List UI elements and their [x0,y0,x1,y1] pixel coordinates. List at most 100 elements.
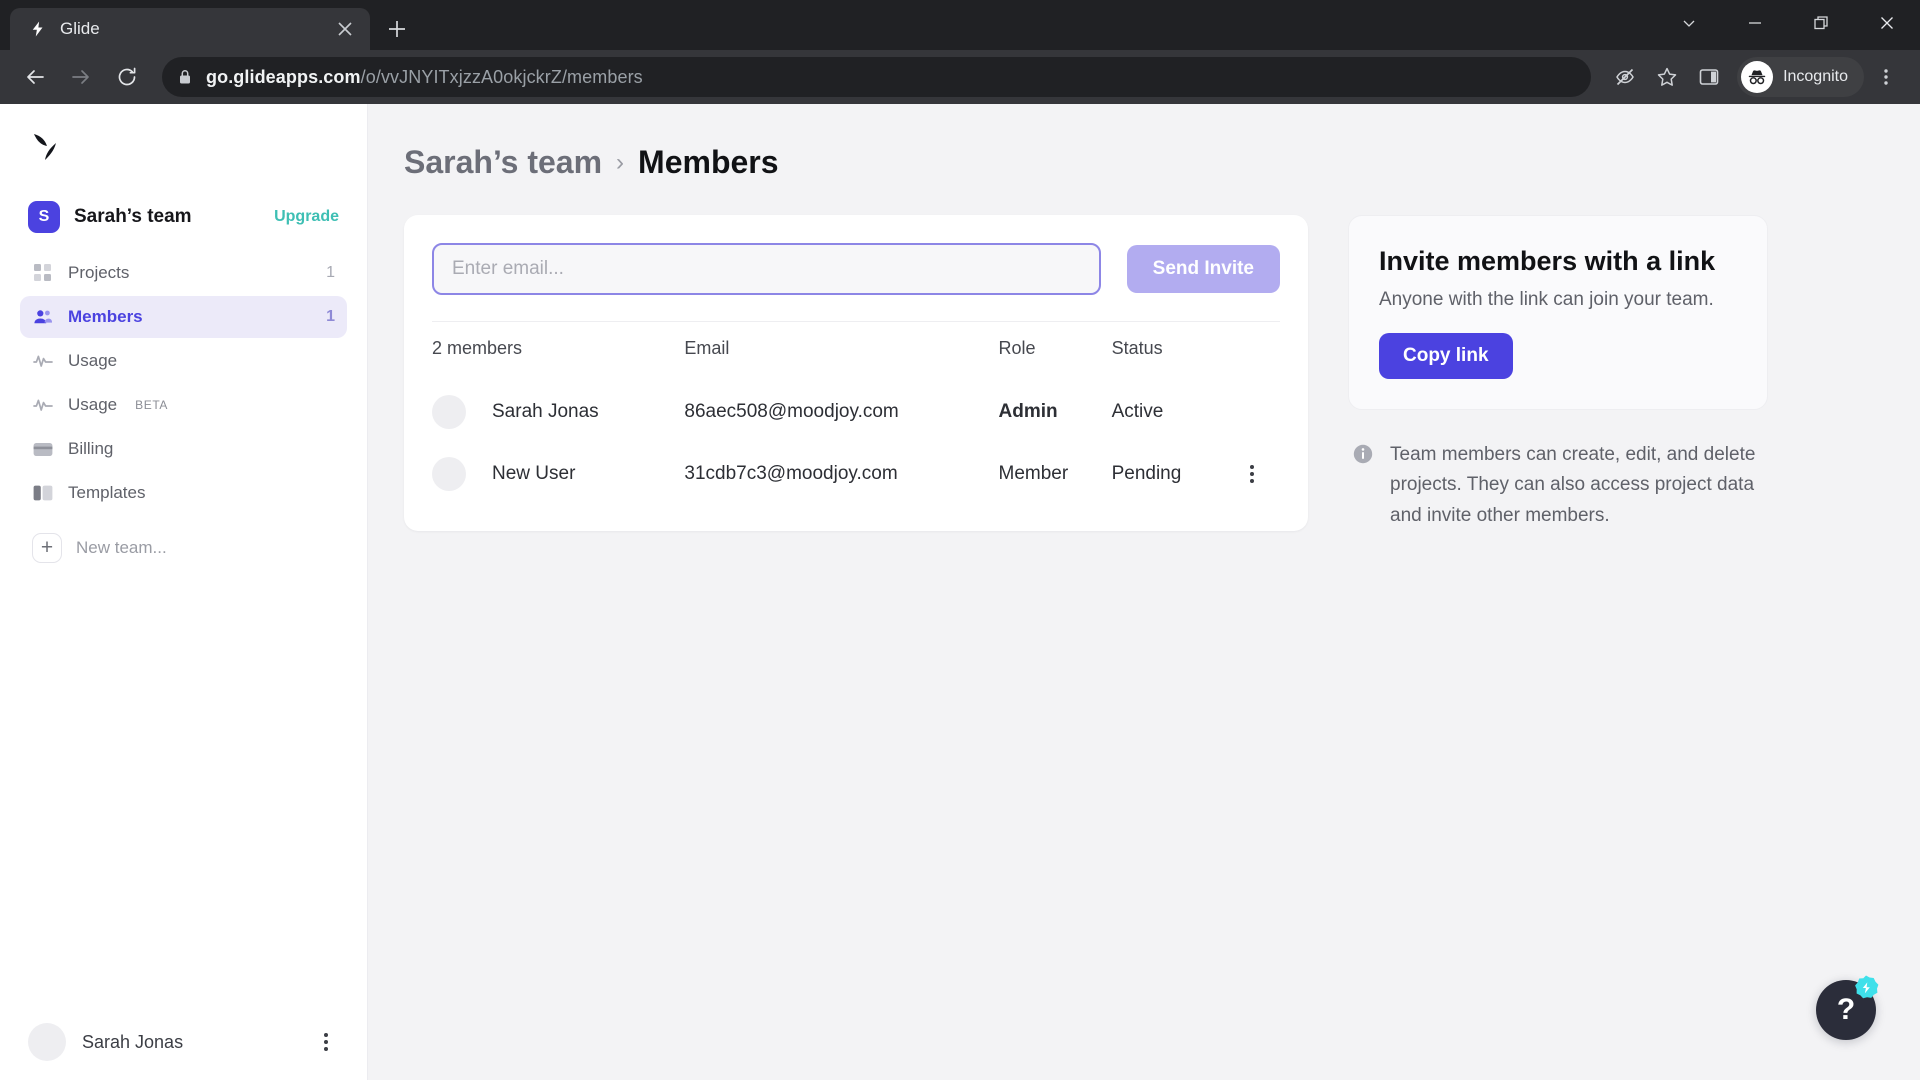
glide-spark-badge-icon [1852,974,1880,1002]
url-host: go.glideapps.com [206,66,361,87]
sidebar-nav: Projects 1 Members 1 Usage Usage BETA Bi… [20,252,347,514]
restore-icon[interactable] [1788,0,1854,46]
glide-bolt-icon [28,19,48,39]
team-avatar: S [28,201,60,233]
sidebar-item-members[interactable]: Members 1 [20,296,347,338]
side-panel-icon[interactable] [1689,57,1729,97]
sidebar: S Sarah’s team Upgrade Projects 1 Member [0,104,389,1080]
column-header-status: Status [1111,321,1225,381]
members-card: Enter email... Send Invite 2 members Ema… [404,215,1308,531]
sidebar-item-billing[interactable]: Billing [20,428,347,470]
copy-link-button[interactable]: Copy link [1379,333,1513,379]
member-actions [1225,381,1280,443]
member-name-cell: New User [432,443,684,505]
column-header-members: 2 members [432,321,685,381]
column-header-email: Email [684,321,999,381]
sidebar-item-label: Projects [68,263,130,282]
credit-card-icon [32,438,54,460]
glide-logo-icon[interactable] [20,104,347,190]
member-name: New User [492,463,576,484]
sidebar-item-count: 1 [326,264,335,281]
toolbar-icons: Incognito [1605,57,1906,97]
sidebar-user-name: Sarah Jonas [82,1031,184,1052]
member-actions [1225,443,1280,505]
new-tab-button[interactable] [376,8,418,50]
avatar [432,395,466,429]
info-icon [1352,443,1374,465]
member-name: Sarah Jonas [492,401,599,422]
new-team-label: New team... [76,538,167,557]
sidebar-item-label: Members [68,307,143,326]
member-role: Admin [998,401,1058,422]
avatar [28,1023,66,1061]
kebab-menu-icon[interactable] [1239,461,1265,487]
members-table: 2 members Email Role Status Sarah Jonas … [432,321,1280,505]
member-email: 31cdb7c3@moodjoy.com [684,463,898,484]
sidebar-user[interactable]: Sarah Jonas [20,1004,347,1080]
minimize-icon[interactable] [1722,0,1788,46]
browser-window: Glide go.glideapps.com/o/vvJNYITxjzzA0ok… [0,0,1920,1080]
kebab-menu-icon[interactable] [1866,57,1906,97]
sidebar-item-label: Usage [68,395,118,414]
invite-card-subtitle: Anyone with the link can join your team. [1379,289,1714,310]
incognito-avatar-icon [1741,61,1774,93]
tab-strip: Glide [0,0,1920,50]
sidebar-item-usage-beta[interactable]: Usage BETA [20,384,347,426]
sidebar-item-projects[interactable]: Projects 1 [20,252,347,294]
kebab-menu-icon[interactable] [313,1029,339,1055]
main-content: Sarah’s team › Members Enter email... Se… [368,104,1920,1080]
url-text: go.glideapps.com/o/vvJNYITxjzzA0okjckrZ/… [206,67,643,88]
column-header-role: Role [998,321,1112,381]
sidebar-item-label: Templates [68,483,146,502]
team-switcher[interactable]: S Sarah’s team Upgrade [20,190,347,244]
breadcrumb: Sarah’s team › Members [404,144,1874,181]
url-path: /o/vvJNYITxjzzA0okjckrZ/members [360,66,643,87]
member-status: Active [1111,401,1164,422]
sidebar-item-beta-badge: BETA [135,398,168,412]
help-button[interactable]: ? [1816,975,1879,1040]
table-row[interactable]: Sarah Jonas 86aec508@moodjoy.com Admin A… [432,381,1280,443]
close-icon[interactable] [1854,0,1920,46]
page-title: Members [638,144,779,180]
profile-label: Incognito [1783,68,1848,85]
team-name: Sarah’s team [74,206,192,227]
profile-chip[interactable]: Incognito [1737,57,1864,97]
sidebar-item-usage[interactable]: Usage [20,340,347,382]
avatar [432,457,466,491]
sidebar-item-label: Usage [68,351,118,370]
address-bar[interactable]: go.glideapps.com/o/vvJNYITxjzzA0okjckrZ/… [162,57,1592,97]
permissions-note: Team members can create, edit, and delet… [1348,440,1768,531]
window-controls [1656,0,1920,46]
tab-title: Glide [60,19,100,38]
close-icon[interactable] [332,16,358,42]
new-team-button[interactable]: + New team... [20,524,347,572]
activity-icon [32,394,54,416]
reload-icon[interactable] [106,56,148,98]
member-email: 86aec508@moodjoy.com [684,401,899,422]
sidebar-item-templates[interactable]: Templates [20,472,347,514]
permissions-note-text: Team members can create, edit, and delet… [1390,444,1756,526]
browser-tab[interactable]: Glide [10,8,370,50]
sidebar-item-label: Billing [68,439,114,458]
bookmark-star-icon[interactable] [1647,57,1687,97]
forward-arrow-icon[interactable] [60,56,102,98]
back-arrow-icon[interactable] [14,56,56,98]
member-name-cell: Sarah Jonas [432,381,684,443]
activity-icon [32,350,54,372]
email-field[interactable]: Enter email... [432,243,1101,295]
invite-card-title: Invite members with a link [1379,246,1716,276]
send-invite-button[interactable]: Send Invite [1126,245,1280,293]
plus-icon: + [32,533,62,563]
table-body: Sarah Jonas 86aec508@moodjoy.com Admin A… [432,381,1280,505]
upgrade-button[interactable]: Upgrade [274,208,339,226]
eye-off-icon[interactable] [1605,57,1645,97]
side-panel: Invite members with a link Anyone with t… [1348,215,1768,531]
chevron-down-icon[interactable] [1656,0,1722,46]
invite-link-card: Invite members with a link Anyone with t… [1348,215,1768,410]
member-status: Pending [1111,463,1182,484]
breadcrumb-team[interactable]: Sarah’s team [404,144,602,181]
table-header: 2 members Email Role Status [432,321,1280,381]
templates-icon [32,482,54,504]
table-row[interactable]: New User 31cdb7c3@moodjoy.com Member Pen… [432,443,1280,505]
